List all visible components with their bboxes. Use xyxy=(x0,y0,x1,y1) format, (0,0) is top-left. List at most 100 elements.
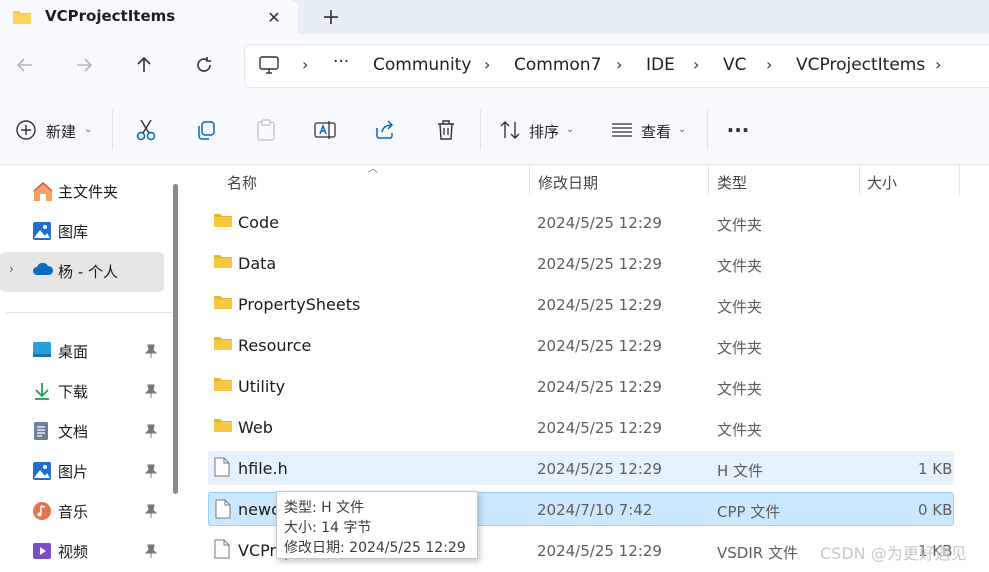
file-row[interactable]: Utility 2024/5/25 12:29 文件夹 xyxy=(208,369,954,403)
breadcrumb-more[interactable]: ··· xyxy=(333,52,349,72)
column-divider[interactable] xyxy=(708,165,709,195)
folder-icon xyxy=(213,375,233,395)
file-icon xyxy=(213,457,233,477)
sidebar-item-videos[interactable]: 视频 xyxy=(0,532,164,572)
file-row[interactable]: Code 2024/5/25 12:29 文件夹 xyxy=(208,205,954,239)
column-divider[interactable] xyxy=(859,165,860,195)
folder-icon xyxy=(213,416,233,436)
view-list-icon xyxy=(610,118,634,142)
folder-icon xyxy=(213,211,233,231)
file-date: 2024/5/25 12:29 xyxy=(537,296,662,314)
up-arrow-icon[interactable] xyxy=(124,45,164,85)
column-header-size[interactable]: 大小 xyxy=(867,172,897,193)
close-icon[interactable]: ✕ xyxy=(264,6,284,28)
sort-ascending-icon: ︿ xyxy=(368,164,378,175)
breadcrumb-separator: › xyxy=(935,55,942,74)
file-date: 2024/7/10 7:42 xyxy=(537,501,653,519)
breadcrumb-ide[interactable]: IDE xyxy=(646,55,675,75)
sidebar-item-label: 图库 xyxy=(58,223,89,241)
folder-icon xyxy=(12,8,32,26)
file-row[interactable]: hfile.h 2024/5/25 12:29 H 文件 1 KB xyxy=(208,451,954,485)
sidebar-scrollbar[interactable] xyxy=(173,184,178,494)
file-type: 文件夹 xyxy=(717,216,763,234)
pin-icon[interactable] xyxy=(144,504,159,520)
folder-icon xyxy=(213,252,233,272)
breadcrumb-separator: › xyxy=(616,55,623,74)
copy-icon[interactable] xyxy=(192,113,220,147)
column-divider[interactable] xyxy=(959,165,960,195)
music-icon xyxy=(32,501,54,523)
breadcrumb-vcprojectitems[interactable]: VCProjectItems xyxy=(796,55,925,75)
pin-icon[interactable] xyxy=(144,424,159,440)
download-icon xyxy=(32,381,54,403)
column-header-name[interactable]: 名称 xyxy=(227,172,257,193)
file-type: 文件夹 xyxy=(717,380,763,398)
more-options-icon[interactable]: ··· xyxy=(722,113,754,147)
file-date: 2024/5/25 12:29 xyxy=(537,255,662,273)
sidebar-item-label: 音乐 xyxy=(58,503,89,521)
column-header-type[interactable]: 类型 xyxy=(717,172,747,193)
documents-icon xyxy=(32,421,54,443)
file-name: newc xyxy=(238,500,280,519)
column-divider[interactable] xyxy=(529,165,530,195)
refresh-icon[interactable] xyxy=(184,45,224,85)
sort-icon xyxy=(498,118,522,142)
toolbar-divider xyxy=(480,110,481,150)
pin-icon[interactable] xyxy=(144,544,159,560)
rename-icon[interactable] xyxy=(311,113,339,147)
paste-icon[interactable] xyxy=(252,113,280,147)
file-name: PropertySheets xyxy=(238,295,361,314)
file-row[interactable]: Data 2024/5/25 12:29 文件夹 xyxy=(208,246,954,280)
forward-arrow-icon[interactable] xyxy=(64,45,104,85)
onedrive-icon xyxy=(32,261,54,283)
file-type: VSDIR 文件 xyxy=(717,544,798,562)
sidebar-item-gallery[interactable]: 图库 xyxy=(0,212,164,252)
pictures-icon xyxy=(32,461,54,483)
sidebar-item-home[interactable]: 主文件夹 xyxy=(0,172,164,212)
chevron-down-icon: ⌄ xyxy=(566,124,575,135)
watermark: CSDN @为更好遇见 xyxy=(820,544,967,563)
file-row[interactable]: Web 2024/5/25 12:29 文件夹 xyxy=(208,410,954,444)
file-date: 2024/5/25 12:29 xyxy=(537,542,662,560)
file-row[interactable]: Resource 2024/5/25 12:29 文件夹 xyxy=(208,328,954,362)
folder-icon xyxy=(213,334,233,354)
sidebar-item-desktop[interactable]: 桌面 xyxy=(0,332,164,372)
file-icon xyxy=(214,499,234,519)
tab-active[interactable]: VCProjectItems ✕ xyxy=(0,0,298,36)
breadcrumb-common7[interactable]: Common7 xyxy=(514,55,601,75)
sidebar-item-label: 下载 xyxy=(58,383,89,401)
desktop-icon xyxy=(32,341,54,363)
new-button[interactable]: 新建 ⌄ xyxy=(14,113,98,147)
back-arrow-icon[interactable] xyxy=(5,45,45,85)
column-header-date[interactable]: 修改日期 xyxy=(538,172,598,193)
file-date: 2024/5/25 12:29 xyxy=(537,378,662,396)
breadcrumb-separator: › xyxy=(766,55,773,74)
file-type: 文件夹 xyxy=(717,257,763,275)
share-icon[interactable] xyxy=(371,113,399,147)
view-button[interactable]: 查看 ⌄ xyxy=(610,113,692,147)
file-name: hfile.h xyxy=(238,459,288,478)
sidebar-item-downloads[interactable]: 下载 xyxy=(0,372,164,412)
file-name: Code xyxy=(238,213,279,232)
pin-icon[interactable] xyxy=(144,344,159,360)
sort-button[interactable]: 排序 ⌄ xyxy=(498,113,578,147)
sidebar-item-pictures[interactable]: 图片 xyxy=(0,452,164,492)
sidebar-item-music[interactable]: 音乐 xyxy=(0,492,164,532)
breadcrumb-vc[interactable]: VC xyxy=(723,55,747,75)
sidebar-item-onedrive[interactable]: › 杨 - 个人 xyxy=(0,252,164,292)
sidebar-item-label: 杨 - 个人 xyxy=(58,263,118,281)
tooltip-type: 类型: H 文件 xyxy=(284,500,365,516)
home-icon xyxy=(32,181,54,203)
breadcrumb-community[interactable]: Community xyxy=(373,55,471,75)
pin-icon[interactable] xyxy=(144,384,159,400)
computer-icon[interactable] xyxy=(258,54,280,76)
sidebar-item-documents[interactable]: 文档 xyxy=(0,412,164,452)
toolbar-divider xyxy=(112,110,113,150)
tab-title: VCProjectItems xyxy=(45,7,176,25)
pin-icon[interactable] xyxy=(144,464,159,480)
file-row[interactable]: PropertySheets 2024/5/25 12:29 文件夹 xyxy=(208,287,954,321)
file-type: CPP 文件 xyxy=(717,503,781,521)
cut-icon[interactable] xyxy=(132,113,160,147)
delete-icon[interactable] xyxy=(432,113,460,147)
new-tab-icon[interactable]: + xyxy=(320,5,342,30)
